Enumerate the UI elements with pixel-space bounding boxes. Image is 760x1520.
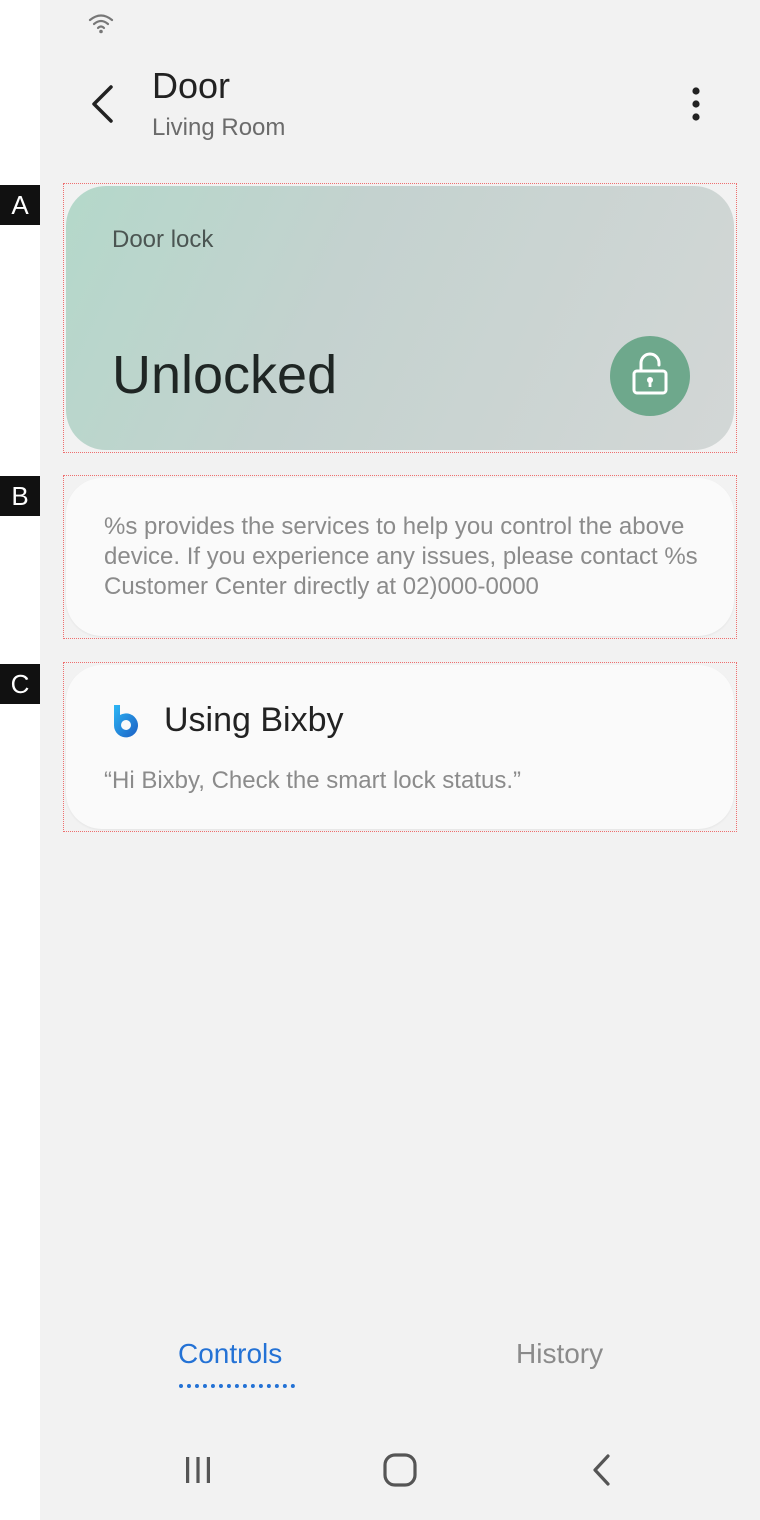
page-subtitle: Living Room	[152, 114, 286, 141]
annotation-label-b: B	[0, 476, 40, 516]
annotation-label-a: A	[0, 185, 40, 225]
tab-bar: Controls History	[40, 1330, 760, 1400]
more-options-button[interactable]	[678, 84, 714, 128]
recents-icon	[182, 1455, 214, 1490]
recents-button[interactable]	[176, 1452, 220, 1492]
bixby-hint-text: “Hi Bixby, Check the smart lock status.”	[104, 767, 521, 794]
lock-status-text: Unlocked	[112, 345, 338, 405]
app-header: Door Living Room	[40, 60, 760, 150]
back-icon	[591, 1453, 613, 1492]
home-icon	[382, 1452, 418, 1493]
unlock-icon	[630, 352, 670, 401]
bixby-title: Using Bixby	[164, 701, 344, 739]
page-title: Door	[152, 65, 231, 106]
bixby-card[interactable]: Using Bixby “Hi Bixby, Check the smart l…	[66, 665, 734, 829]
bixby-icon	[110, 703, 144, 739]
door-lock-card[interactable]: Door lock Unlocked	[66, 186, 734, 450]
tab-controls[interactable]: Controls	[178, 1338, 282, 1370]
chevron-left-icon	[89, 84, 115, 129]
lock-toggle-button[interactable]	[610, 336, 690, 416]
wifi-icon	[88, 12, 114, 34]
annotation-label-c: C	[0, 664, 40, 704]
back-button[interactable]	[82, 84, 122, 128]
tab-history[interactable]: History	[516, 1338, 603, 1370]
tab-active-indicator	[179, 1384, 295, 1388]
door-lock-label: Door lock	[112, 226, 214, 253]
more-vertical-icon	[691, 86, 701, 127]
home-button[interactable]	[378, 1452, 422, 1492]
system-back-button[interactable]	[580, 1452, 624, 1492]
provider-info-text: %s provides the services to help you con…	[104, 513, 698, 600]
system-navigation-bar	[40, 1440, 760, 1504]
provider-info-card: %s provides the services to help you con…	[66, 478, 734, 636]
